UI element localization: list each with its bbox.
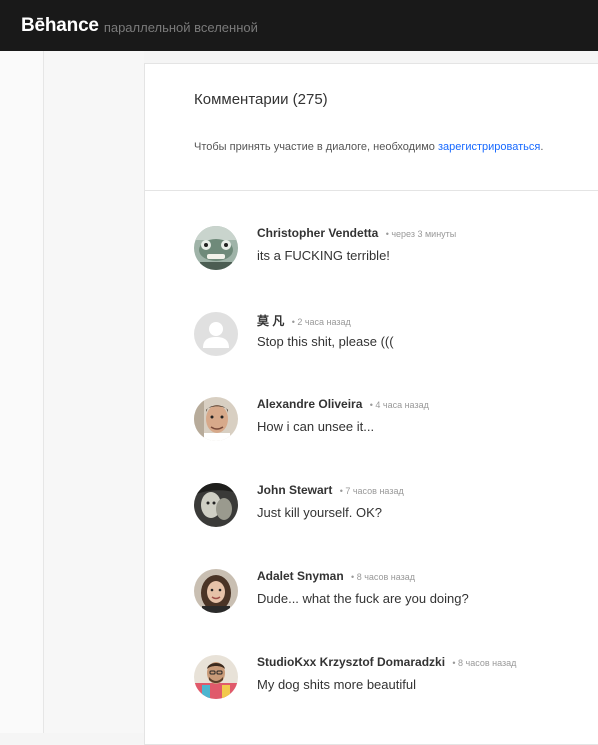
signup-suffix: . xyxy=(540,141,544,153)
comment-time: • 4 часа назад xyxy=(369,400,429,410)
default-user-avatar[interactable] xyxy=(194,312,238,356)
comment-author[interactable]: 莫 凡 xyxy=(257,314,284,328)
signup-note: Чтобы принять участие в диалоге, необход… xyxy=(194,141,543,153)
comment-item: Christopher Vendetta • через 3 минуты it… xyxy=(194,226,594,276)
comment-text: My dog shits more beautiful xyxy=(257,677,416,692)
dark-photo-avatar[interactable] xyxy=(194,483,238,527)
comment-time: • через 3 минуты xyxy=(385,229,457,239)
comments-title: Комментарии (275) xyxy=(194,91,328,108)
frog-mask-avatar[interactable] xyxy=(194,226,238,270)
comments-header: Комментарии (275) Чтобы принять участие … xyxy=(145,64,598,191)
colorful-man-avatar[interactable] xyxy=(194,655,238,699)
brand-subtitle: параллельной вселенной xyxy=(103,19,258,35)
comment-author[interactable]: John Stewart xyxy=(257,483,332,497)
comment-author[interactable]: Christopher Vendetta xyxy=(257,226,378,240)
comments-panel: Комментарии (275) Чтобы принять участие … xyxy=(144,63,598,745)
comment-text: How i can unsee it... xyxy=(257,419,375,434)
comment-text: Stop this shit, please ((( xyxy=(257,334,394,349)
comment-time: • 8 часов назад xyxy=(351,572,416,582)
comment-time: • 8 часов назад xyxy=(452,658,517,668)
top-navigation-bar: Bēhance параллельной вселенной xyxy=(0,0,598,51)
signup-prefix: Чтобы принять участие в диалоге, необход… xyxy=(194,141,438,153)
comment-item: 莫 凡 • 2 часа назад Stop this shit, pleas… xyxy=(194,312,594,362)
comment-time: • 2 часа назад xyxy=(291,317,351,327)
woman-portrait-avatar[interactable] xyxy=(194,569,238,613)
man-portrait-avatar[interactable] xyxy=(194,397,238,441)
comment-item: John Stewart • 7 часов назад Just kill y… xyxy=(194,483,594,533)
comment-author[interactable]: Adalet Snyman xyxy=(257,569,344,583)
comment-author[interactable]: Alexandre Oliveira xyxy=(257,397,362,411)
comment-item: StudioKxx Krzysztof Domaradzki • 8 часов… xyxy=(194,655,594,705)
register-link[interactable]: зарегистрироваться xyxy=(438,141,540,153)
comment-item: Alexandre Oliveira • 4 часа назад How i … xyxy=(194,397,594,447)
comment-item: Adalet Snyman • 8 часов назад Dude... wh… xyxy=(194,569,594,619)
comment-time: • 7 часов назад xyxy=(339,486,404,496)
comment-text: Just kill yourself. OK? xyxy=(257,505,382,520)
comment-author[interactable]: StudioKxx Krzysztof Domaradzki xyxy=(257,655,445,669)
behance-logo[interactable]: Bēhance xyxy=(21,15,99,37)
comment-text: Dude... what the fuck are you doing? xyxy=(257,591,469,606)
left-sidebar xyxy=(0,51,44,733)
side-gutter xyxy=(44,51,144,733)
comment-text: its a FUCKING terrible! xyxy=(257,248,390,263)
